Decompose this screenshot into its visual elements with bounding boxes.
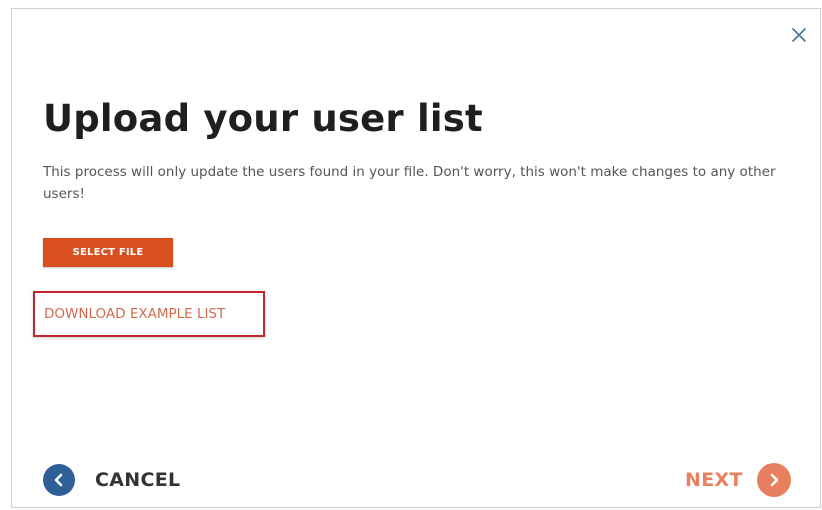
dialog-title: Upload your user list	[43, 97, 483, 140]
close-button[interactable]	[787, 23, 811, 47]
cancel-button[interactable]: CANCEL	[43, 462, 180, 498]
download-example-list-link[interactable]: DOWNLOAD EXAMPLE LIST	[44, 304, 225, 324]
close-icon	[792, 28, 806, 42]
cancel-label: CANCEL	[95, 469, 181, 491]
next-button[interactable]: NEXT	[685, 462, 791, 498]
upload-dialog: Upload your user list This process will …	[11, 8, 821, 508]
chevron-left-circle-icon	[43, 464, 75, 496]
chevron-right-circle-icon	[756, 463, 791, 497]
select-file-button[interactable]: SELECT FILE	[43, 238, 173, 267]
dialog-description: This process will only update the users …	[43, 164, 776, 202]
next-label: NEXT	[685, 469, 743, 491]
